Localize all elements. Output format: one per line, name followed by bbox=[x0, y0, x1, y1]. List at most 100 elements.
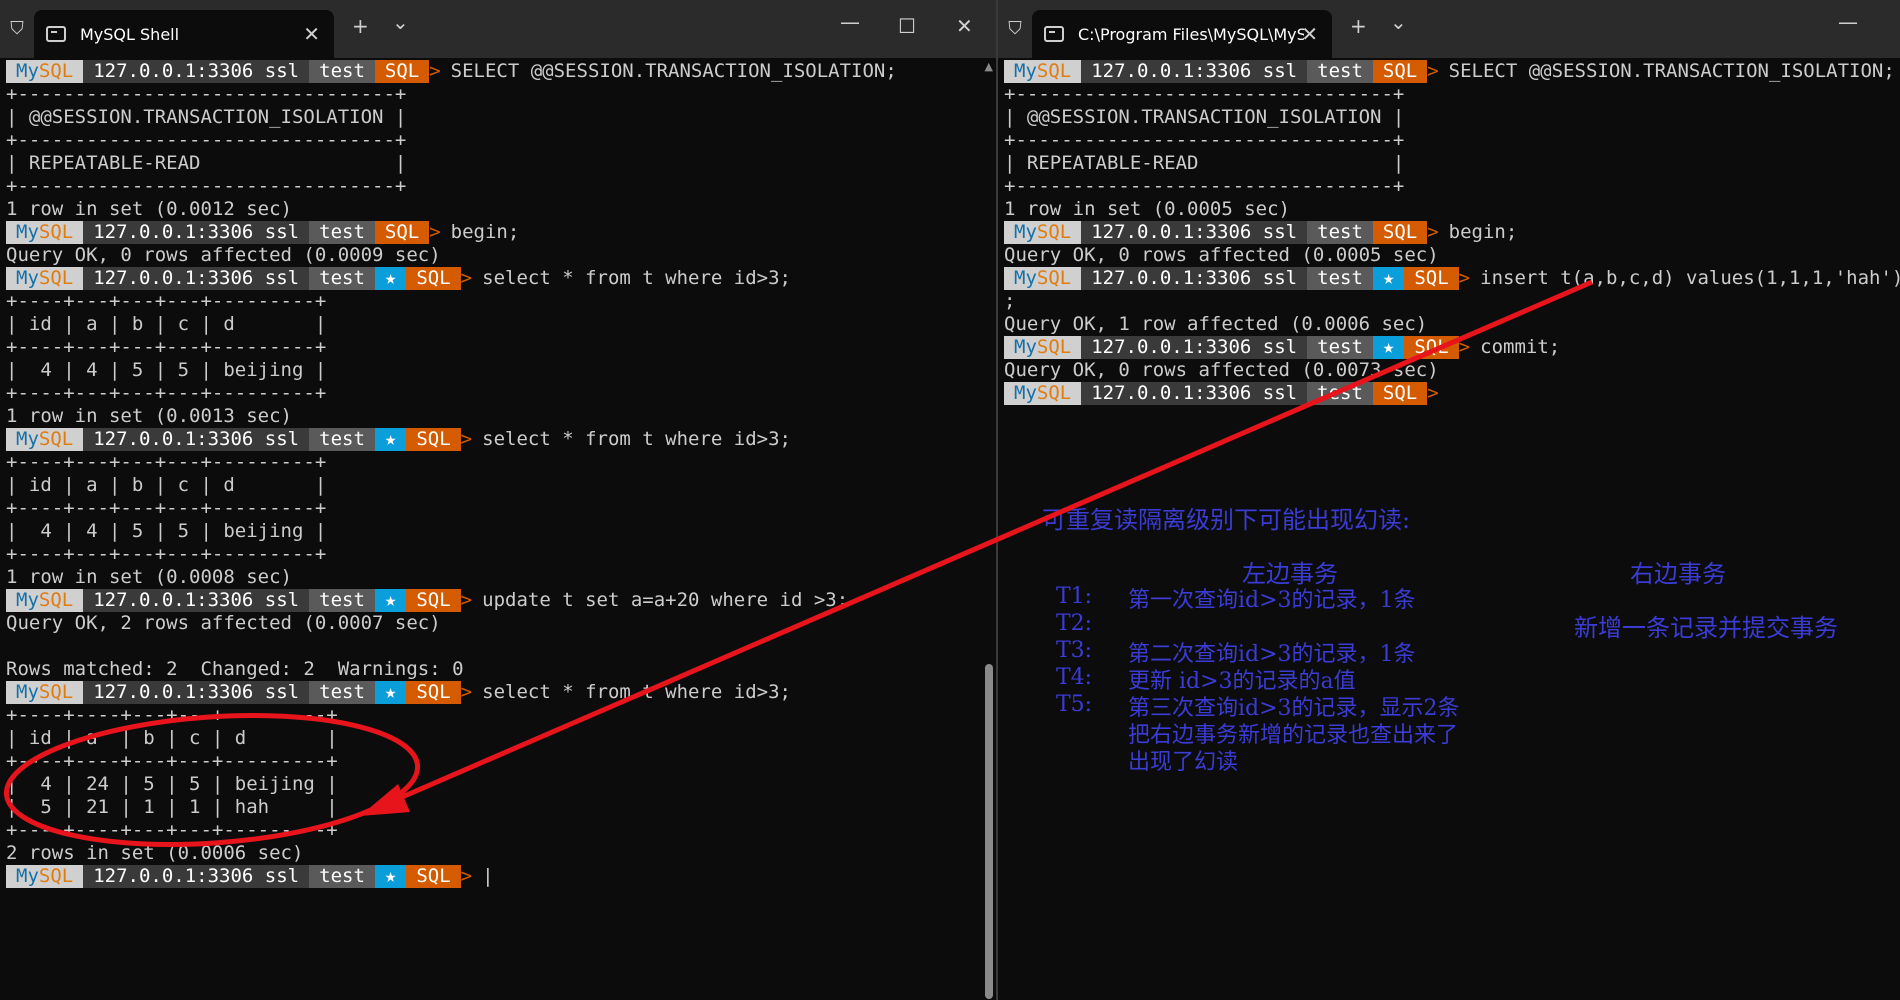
prompt-db: test bbox=[309, 589, 375, 612]
prompt-line: MySQL 127.0.0.1:3306 ssl test ★ SQL > update t… bbox=[6, 589, 848, 612]
close-icon[interactable]: ✕ bbox=[956, 14, 973, 38]
tab-title: MySQL Shell bbox=[80, 24, 180, 44]
tab-mysql-cmd[interactable]: C:\Program Files\MySQL\MyS ✕ bbox=[1032, 10, 1332, 58]
output-line: +----+---+---+---+---------+ bbox=[6, 451, 327, 473]
output-line: +---------------------------------+ bbox=[1004, 129, 1405, 151]
transaction-star-icon: ★ bbox=[374, 589, 407, 612]
note-t5-label: T5: bbox=[1056, 692, 1093, 717]
output-line: +----+---+---+---+---------+ bbox=[6, 543, 327, 565]
output-line: 1 row in set (0.0008 sec) bbox=[6, 566, 292, 588]
prompt-mysql-badge: MySQL bbox=[6, 589, 84, 612]
minimize-icon[interactable]: — bbox=[840, 10, 860, 34]
title-bar: ⛉ C:\Program Files\MySQL\MyS ✕ + ⌄ — bbox=[998, 0, 1900, 58]
prompt-db: test bbox=[1307, 267, 1373, 290]
command-text: begin; bbox=[1448, 221, 1518, 243]
transaction-star-icon: ★ bbox=[1372, 336, 1405, 359]
tab-close-icon[interactable]: ✕ bbox=[303, 22, 320, 46]
prompt-lang: SQL bbox=[374, 60, 430, 83]
prompt-host: 127.0.0.1:3306 ssl bbox=[83, 681, 310, 704]
output-line: +---------------------------------+ bbox=[6, 129, 407, 151]
output-line: +----+----+---+---+---------+ bbox=[6, 819, 338, 841]
prompt-host: 127.0.0.1:3306 ssl bbox=[83, 221, 310, 244]
prompt-my-text: My bbox=[1014, 382, 1037, 404]
new-tab-icon[interactable]: + bbox=[1350, 14, 1367, 38]
prompt-mysql-badge: MySQL bbox=[1004, 382, 1082, 405]
note-t2-label: T2: bbox=[1056, 611, 1093, 636]
prompt-my-text: My bbox=[16, 681, 39, 703]
scrollbar-thumb[interactable] bbox=[985, 664, 993, 999]
chevron-down-icon[interactable]: ⌄ bbox=[1390, 10, 1407, 34]
output-line: +----+---+---+---+---------+ bbox=[6, 336, 327, 358]
output-line: | id | a | b | c | d | bbox=[6, 474, 327, 496]
tab-title: C:\Program Files\MySQL\MyS bbox=[1078, 24, 1304, 44]
prompt-arrow: > bbox=[460, 681, 473, 703]
prompt-mysql-badge: MySQL bbox=[6, 865, 84, 888]
note-t5-line3: 出现了幻读 bbox=[1128, 750, 1239, 775]
output-line: 2 rows in set (0.0006 sec) bbox=[6, 842, 304, 864]
prompt-mysql-badge: MySQL bbox=[6, 681, 84, 704]
prompt-db: test bbox=[1307, 60, 1373, 83]
prompt-sql-text: SQL bbox=[38, 681, 74, 703]
output-line: | 4 | 24 | 5 | 5 | beijing | bbox=[6, 773, 338, 795]
output-line: | id | a | b | c | d | bbox=[6, 313, 327, 335]
command-text: select * from t where id>3; bbox=[482, 681, 791, 703]
prompt-arrow: > bbox=[1427, 382, 1439, 404]
output-line: | REPEATABLE-READ | bbox=[1004, 152, 1405, 174]
command-text: commit; bbox=[1480, 336, 1561, 358]
output-line: 1 row in set (0.0013 sec) bbox=[6, 405, 292, 427]
chevron-down-icon[interactable]: ⌄ bbox=[392, 10, 409, 34]
minimize-icon[interactable]: — bbox=[1838, 10, 1858, 34]
tab-mysql-shell[interactable]: MySQL Shell ✕ bbox=[34, 10, 334, 58]
prompt-arrow: > bbox=[460, 865, 473, 887]
output-line: | @@SESSION.TRANSACTION_ISOLATION | bbox=[6, 106, 407, 128]
prompt-host: 127.0.0.1:3306 ssl bbox=[1081, 60, 1308, 83]
prompt-mysql-badge: MySQL bbox=[1004, 221, 1082, 244]
tab-close-icon[interactable]: ✕ bbox=[1301, 22, 1318, 46]
prompt-mysql-badge: MySQL bbox=[1004, 60, 1082, 83]
prompt-mysql-badge: MySQL bbox=[6, 267, 84, 290]
transaction-star-icon: ★ bbox=[374, 428, 407, 451]
new-tab-icon[interactable]: + bbox=[352, 14, 369, 38]
prompt-line: MySQL 127.0.0.1:3306 ssl test SQL > SELECT @@… bbox=[6, 60, 897, 83]
prompt-sql-text: SQL bbox=[1036, 221, 1072, 243]
terminal-output-left[interactable]: MySQL 127.0.0.1:3306 ssl test SQL > SELECT @@… bbox=[0, 58, 996, 1000]
prompt-arrow: > bbox=[1458, 336, 1471, 358]
prompt-my-text: My bbox=[16, 428, 39, 450]
output-line: +----+----+---+---+---------+ bbox=[6, 750, 338, 772]
prompt-lang: SQL bbox=[406, 428, 461, 451]
prompt-arrow: > bbox=[1427, 221, 1439, 243]
output-line: +----+---+---+---+---------+ bbox=[6, 497, 327, 519]
prompt-host: 127.0.0.1:3306 ssl bbox=[1081, 336, 1308, 359]
prompt-sql-text: SQL bbox=[1036, 336, 1072, 358]
note-t1-label: T1: bbox=[1056, 584, 1093, 609]
transaction-star-icon: ★ bbox=[374, 865, 407, 888]
prompt-sql-text: SQL bbox=[1036, 267, 1072, 289]
prompt-arrow: > bbox=[1427, 60, 1439, 82]
prompt-line: MySQL 127.0.0.1:3306 ssl test SQL > SELECT @@… bbox=[1004, 60, 1895, 83]
prompt-my-text: My bbox=[1014, 267, 1037, 289]
transaction-star-icon: ★ bbox=[374, 681, 407, 704]
output-line: 1 row in set (0.0005 sec) bbox=[1004, 198, 1290, 220]
prompt-sql-text: SQL bbox=[38, 865, 74, 887]
prompt-mysql-badge: MySQL bbox=[1004, 336, 1082, 359]
prompt-db: test bbox=[309, 221, 375, 244]
prompt-line: MySQL 127.0.0.1:3306 ssl test SQL > begin; bbox=[1004, 221, 1517, 244]
prompt-line: MySQL 127.0.0.1:3306 ssl test ★ SQL > | bbox=[6, 865, 494, 888]
output-line: Query OK, 2 rows affected (0.0007 sec) bbox=[6, 612, 441, 634]
command-text: SELECT @@SESSION.TRANSACTION_ISOLATION; bbox=[1448, 60, 1895, 82]
maximize-icon[interactable]: ☐ bbox=[898, 14, 916, 38]
prompt-sql-text: SQL bbox=[1036, 382, 1072, 404]
output-line: +---------------------------------+ bbox=[6, 175, 407, 197]
prompt-lang: SQL bbox=[406, 865, 461, 888]
prompt-sql-text: SQL bbox=[38, 267, 74, 289]
prompt-my-text: My bbox=[1014, 60, 1037, 82]
title-bar: ⛉ MySQL Shell ✕ + ⌄ — ☐ ✕ bbox=[0, 0, 996, 58]
note-heading: 可重复读隔离级别下可能出现幻读: bbox=[1042, 506, 1411, 534]
prompt-db: test bbox=[309, 428, 375, 451]
transaction-star-icon: ★ bbox=[374, 267, 407, 290]
scroll-up-icon[interactable]: ▲ bbox=[985, 60, 993, 73]
prompt-host: 127.0.0.1:3306 ssl bbox=[1081, 221, 1308, 244]
prompt-sql-text: SQL bbox=[38, 60, 74, 82]
output-line: | id | a | b | c | d | bbox=[6, 727, 338, 749]
prompt-my-text: My bbox=[16, 60, 39, 82]
